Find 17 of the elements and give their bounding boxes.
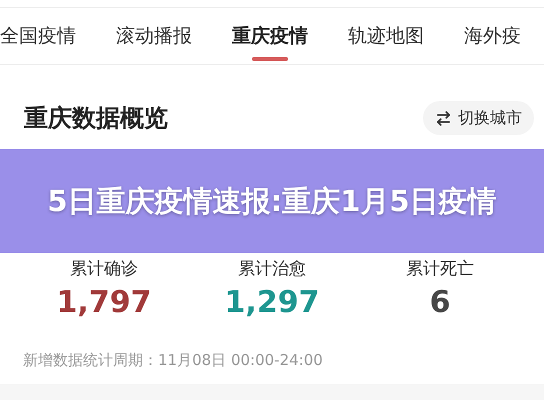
tab[interactable]: 全国疫情 xyxy=(0,23,76,49)
stat-label: 累计死亡 xyxy=(406,258,474,281)
section-title: 重庆数据概览 xyxy=(24,103,168,134)
tab[interactable]: 重庆疫情 xyxy=(232,23,308,49)
banner-title: 5日重庆疫情速报:重庆1月5日疫情 xyxy=(47,183,497,220)
swap-arrows-icon xyxy=(435,110,452,126)
stat-value: 1,797 xyxy=(56,284,152,322)
footnote: 新增数据统计周期：11月08日 00:00-24:00 xyxy=(22,350,324,371)
stat-value: 6 xyxy=(430,284,450,322)
tab[interactable]: 滚动播报 xyxy=(116,23,192,49)
tab[interactable]: 轨迹地图 xyxy=(348,23,424,49)
stat-value: 1,297 xyxy=(224,284,320,322)
switch-city-button[interactable]: 切换城市 xyxy=(423,101,534,135)
tab[interactable]: 海外疫 xyxy=(464,23,521,49)
stat-label: 累计确诊 xyxy=(70,258,138,281)
stat-label: 累计治愈 xyxy=(238,258,306,281)
tab-indicator xyxy=(252,57,288,61)
